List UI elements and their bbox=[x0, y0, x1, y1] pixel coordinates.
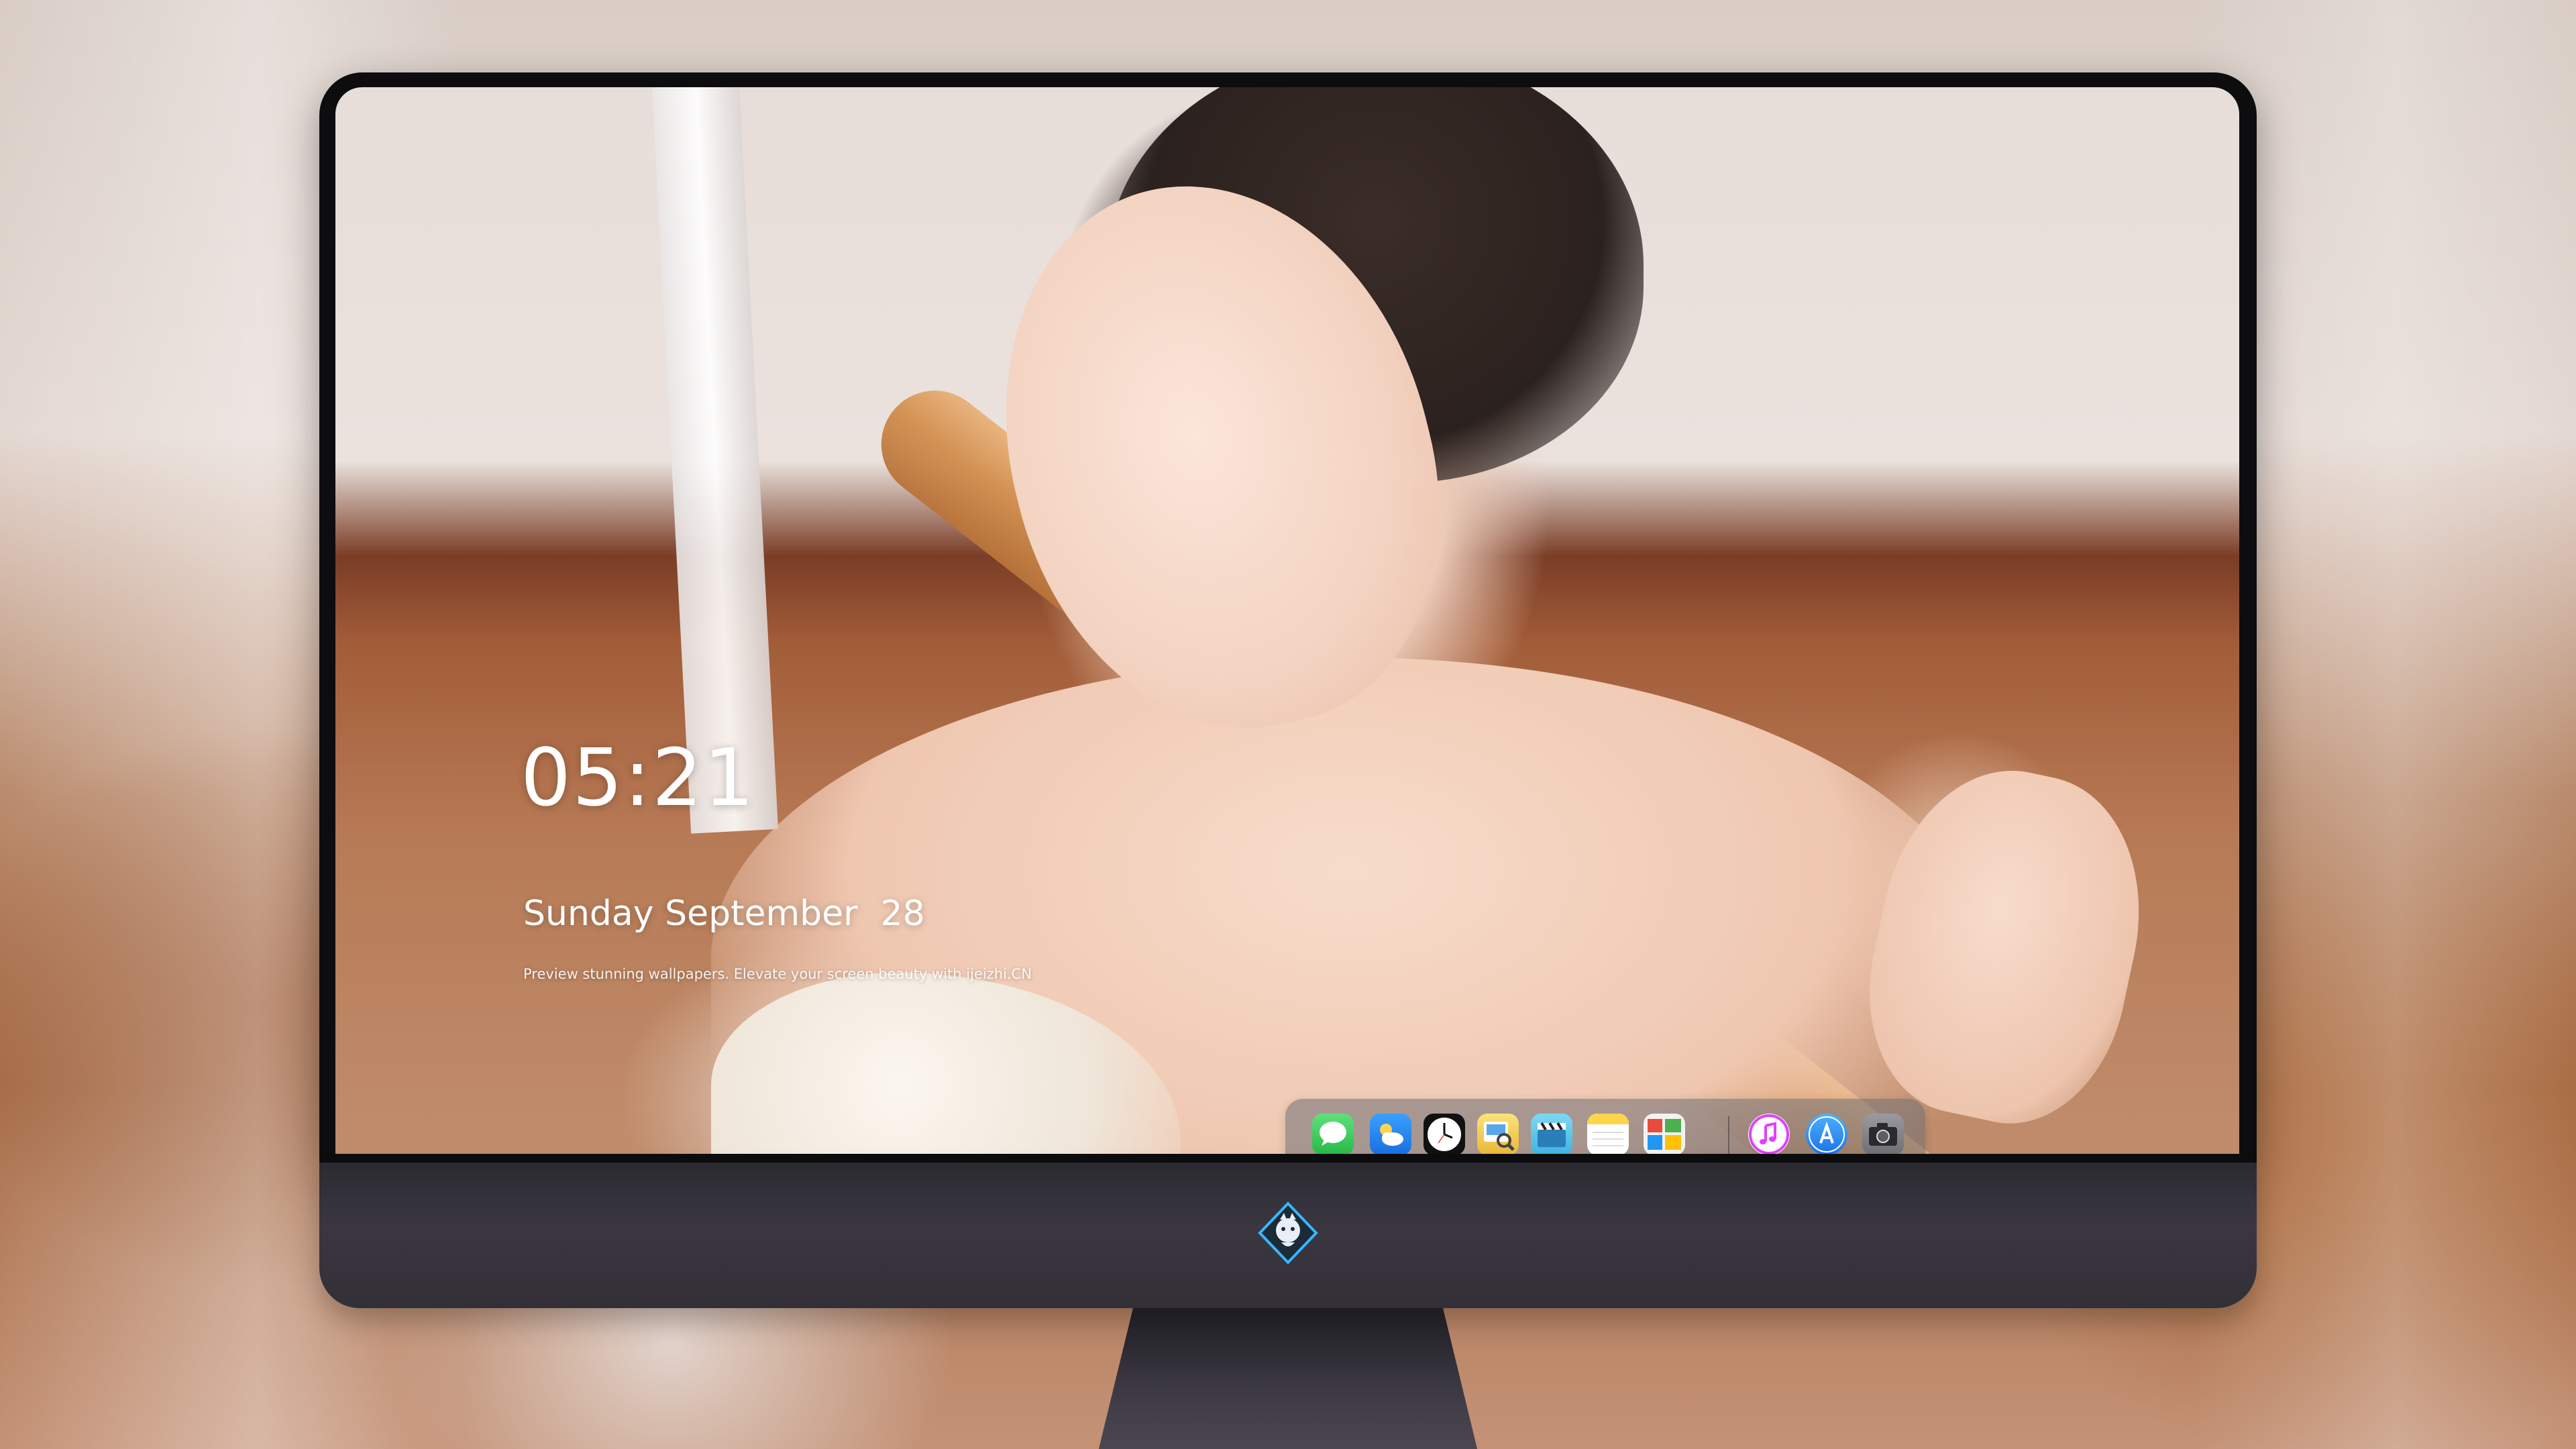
monitor-bezel: 05:21 Sunday September 28 Preview stunnin… bbox=[319, 72, 2257, 1163]
dock-app-messages[interactable] bbox=[1312, 1114, 1354, 1154]
dock-app-notes[interactable] bbox=[1587, 1114, 1629, 1154]
music-note-icon bbox=[1749, 1114, 1789, 1154]
clapperboard-icon bbox=[1538, 1122, 1566, 1147]
app-store-icon bbox=[1809, 1116, 1845, 1152]
dock-app-camera[interactable] bbox=[1862, 1114, 1904, 1154]
dock bbox=[1285, 1099, 1925, 1154]
cloud-sun-icon bbox=[1380, 1124, 1403, 1146]
blurred-background: 05:21 Sunday September 28 Preview stunnin… bbox=[0, 0, 2576, 1449]
dock-app-weather[interactable] bbox=[1370, 1114, 1411, 1154]
clock-icon bbox=[1428, 1118, 1461, 1151]
lock-screen-tagline: Preview stunning wallpapers. Elevate you… bbox=[523, 966, 1032, 982]
brand-logo-icon bbox=[1258, 1201, 1318, 1265]
monitor-stand-neck bbox=[1084, 1308, 1492, 1449]
dock-separator bbox=[1728, 1116, 1729, 1154]
lock-screen-month: September bbox=[665, 894, 858, 934]
dock-app-photo-booth[interactable] bbox=[1644, 1114, 1685, 1154]
dock-app-itunes[interactable] bbox=[1748, 1114, 1790, 1154]
lock-screen-time: 05:21 bbox=[521, 731, 756, 824]
dock-app-clips[interactable] bbox=[1531, 1114, 1572, 1154]
dock-app-app-store[interactable] bbox=[1806, 1114, 1847, 1154]
lock-screen-date-number: 28 bbox=[880, 894, 925, 934]
wallpaper-pillar bbox=[650, 87, 779, 834]
dock-app-preview[interactable] bbox=[1477, 1114, 1519, 1154]
monitor: 05:21 Sunday September 28 Preview stunnin… bbox=[319, 72, 2257, 1449]
lock-screen-date: Sunday September 28 bbox=[523, 894, 925, 934]
message-bubble-icon bbox=[1320, 1122, 1346, 1146]
photo-magnifier-icon bbox=[1484, 1122, 1515, 1151]
dock-app-clock[interactable] bbox=[1424, 1114, 1465, 1154]
photo-collage-icon bbox=[1648, 1119, 1681, 1150]
desktop-screen: 05:21 Sunday September 28 Preview stunnin… bbox=[335, 87, 2239, 1154]
lock-screen-day: Sunday bbox=[523, 894, 654, 934]
camera-icon bbox=[1869, 1123, 1897, 1146]
notepad-icon bbox=[1587, 1114, 1629, 1146]
